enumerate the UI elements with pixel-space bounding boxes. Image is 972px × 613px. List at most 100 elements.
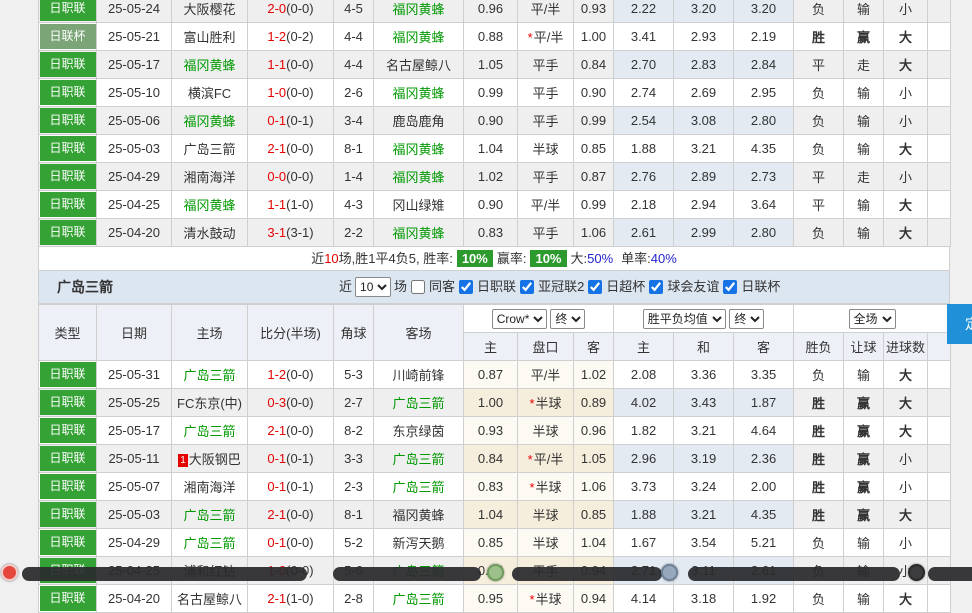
team-link[interactable]: 福冈黄蜂: [392, 2, 444, 17]
score-cell: 1-2(0-0): [248, 361, 334, 389]
half-time-score: (0-1): [286, 113, 313, 128]
team-link[interactable]: 福冈黄蜂: [183, 198, 235, 213]
asian-final-select[interactable]: 终: [550, 309, 585, 329]
eu-draw-odds: 2.94: [674, 191, 734, 219]
ah-line-cell: *半球: [518, 473, 574, 501]
handicap-result-cell: 输: [844, 79, 884, 107]
team-link[interactable]: 福冈黄蜂: [392, 226, 444, 241]
team-link[interactable]: 清水鼓动: [183, 226, 235, 241]
date-cell: 25-05-17: [97, 51, 172, 79]
team-link[interactable]: 福冈黄蜂: [392, 86, 444, 101]
away-team-cell: 福冈黄蜂: [374, 219, 464, 247]
date-cell: 25-05-07: [97, 473, 172, 501]
eu-draw-odds: 3.11: [674, 557, 734, 585]
goals-result-cell: 小: [884, 529, 928, 557]
ah-line-cell: 平手: [518, 107, 574, 135]
team-link[interactable]: 广岛三箭: [392, 480, 444, 495]
team-link[interactable]: 广岛三箭: [392, 396, 444, 411]
ah-away-odds: 1.06: [574, 473, 614, 501]
ah-line-cell: 平/半: [518, 361, 574, 389]
score-cell: 1-0(0-0): [248, 557, 334, 585]
recent-label: 近: [339, 271, 352, 303]
ah-away-odds: 0.85: [574, 501, 614, 529]
away-team-cell: 冈山绿雉: [374, 191, 464, 219]
date-cell: 25-05-10: [97, 79, 172, 107]
team-link[interactable]: 福冈黄蜂: [392, 508, 444, 523]
team-link[interactable]: 福冈黄蜂: [392, 30, 444, 45]
handicap-result-cell: 走: [844, 163, 884, 191]
team-link[interactable]: 浦和红钻: [183, 564, 235, 579]
score-cell: 2-0(0-0): [248, 0, 334, 23]
score-cell: 0-1(0-1): [248, 107, 334, 135]
eu-away-odds: 2.73: [734, 163, 794, 191]
date-cell: 25-04-20: [97, 219, 172, 247]
same-away-checkbox[interactable]: [411, 280, 425, 294]
league-filter-checkbox-5[interactable]: [723, 280, 737, 294]
team-link[interactable]: 福冈黄蜂: [183, 58, 235, 73]
team-link[interactable]: 广岛三箭: [392, 452, 444, 467]
league-filter-checkbox-1[interactable]: [459, 280, 473, 294]
team-link[interactable]: 名古屋鲸八: [386, 58, 451, 73]
team-link[interactable]: 大阪钢巴: [189, 452, 241, 467]
eu-away-odds: 1.92: [734, 585, 794, 613]
team-link[interactable]: 横滨FC: [188, 86, 231, 101]
team-link[interactable]: 广岛三箭: [183, 368, 235, 383]
summary-record: 场,胜1平4负5, 胜率:: [339, 251, 453, 266]
eu-draw-odds: 3.18: [674, 585, 734, 613]
league-cell: 日职联: [39, 585, 97, 613]
team-link[interactable]: 东京绿茵: [392, 424, 444, 439]
home-team-cell: 广岛三箭: [172, 501, 248, 529]
team-link[interactable]: 福冈黄蜂: [392, 170, 444, 185]
bookmaker-select[interactable]: Crow*: [492, 309, 547, 329]
team-link[interactable]: FC东京(中): [177, 396, 242, 411]
ah-star-mark: *: [529, 480, 534, 495]
ah-line-text: 半球: [536, 396, 562, 411]
handicap-result-cell: 输: [844, 219, 884, 247]
league-filter-checkbox-2[interactable]: [520, 280, 534, 294]
away-team-cell: 福冈黄蜂: [374, 0, 464, 23]
side-panel-button[interactable]: 定: [947, 304, 972, 344]
handicap-result-cell: 输: [844, 361, 884, 389]
team-link[interactable]: 大阪樱花: [183, 2, 235, 17]
league-filter-label-3: 日超杯: [606, 271, 645, 303]
team-link[interactable]: 广岛三箭: [183, 424, 235, 439]
team-link[interactable]: 广岛三箭: [392, 564, 444, 579]
team-link[interactable]: 湘南海洋: [183, 480, 235, 495]
corner-cell: 4-3: [334, 191, 374, 219]
app-icon-red[interactable]: [1, 564, 18, 581]
team-link[interactable]: 福冈黄蜂: [183, 114, 235, 129]
recent-count-select[interactable]: 10: [355, 277, 391, 297]
team-link[interactable]: 广岛三箭: [183, 508, 235, 523]
team-link[interactable]: 新泻天鹅: [392, 536, 444, 551]
home-team-cell: 广岛三箭: [172, 417, 248, 445]
half-time-score: (0-0): [286, 57, 313, 72]
team-link[interactable]: 福冈黄蜂: [392, 142, 444, 157]
team-link[interactable]: 湘南海洋: [183, 170, 235, 185]
team-link[interactable]: 富山胜利: [183, 30, 235, 45]
league-filter-checkbox-3[interactable]: [588, 280, 602, 294]
team-link[interactable]: 冈山绿雉: [392, 198, 444, 213]
ah-line-text: 平/半: [534, 30, 564, 45]
team-link[interactable]: 广岛三箭: [183, 536, 235, 551]
eu-home-odds: 1.88: [614, 135, 674, 163]
team-link[interactable]: 鹿岛鹿角: [392, 114, 444, 129]
euro-final-select[interactable]: 终: [729, 309, 764, 329]
euro-avg-select[interactable]: 胜平负均值: [643, 309, 726, 329]
home-team-cell: 福冈黄蜂: [172, 191, 248, 219]
team-link[interactable]: 广岛三箭: [392, 592, 444, 607]
team-link[interactable]: 名古屋鲸八: [177, 592, 242, 607]
main-content: 日职联25-05-24大阪樱花2-0(0-0)4-5福冈黄蜂0.96平/半0.9…: [38, 0, 950, 613]
handicap-result-cell: 输: [844, 135, 884, 163]
ah-line-cell: 半球: [518, 501, 574, 529]
league-filter-checkbox-4[interactable]: [649, 280, 663, 294]
eu-away-odds: 2.36: [734, 445, 794, 473]
eu-home-odds: 4.02: [614, 389, 674, 417]
goals-result-cell: 大: [884, 23, 928, 51]
sub-header-ah-home: 主: [464, 333, 518, 361]
team1-summary-bar: 近10场,胜1平4负5, 胜率:10%赢率:10%大:50%单率:40%: [38, 247, 950, 271]
team-link[interactable]: 广岛三箭: [183, 142, 235, 157]
league-filter-label-1: 日职联: [477, 271, 516, 303]
scope-select[interactable]: 全场: [849, 309, 896, 329]
result-cell: 胜: [794, 473, 844, 501]
team-link[interactable]: 川崎前锋: [392, 368, 444, 383]
